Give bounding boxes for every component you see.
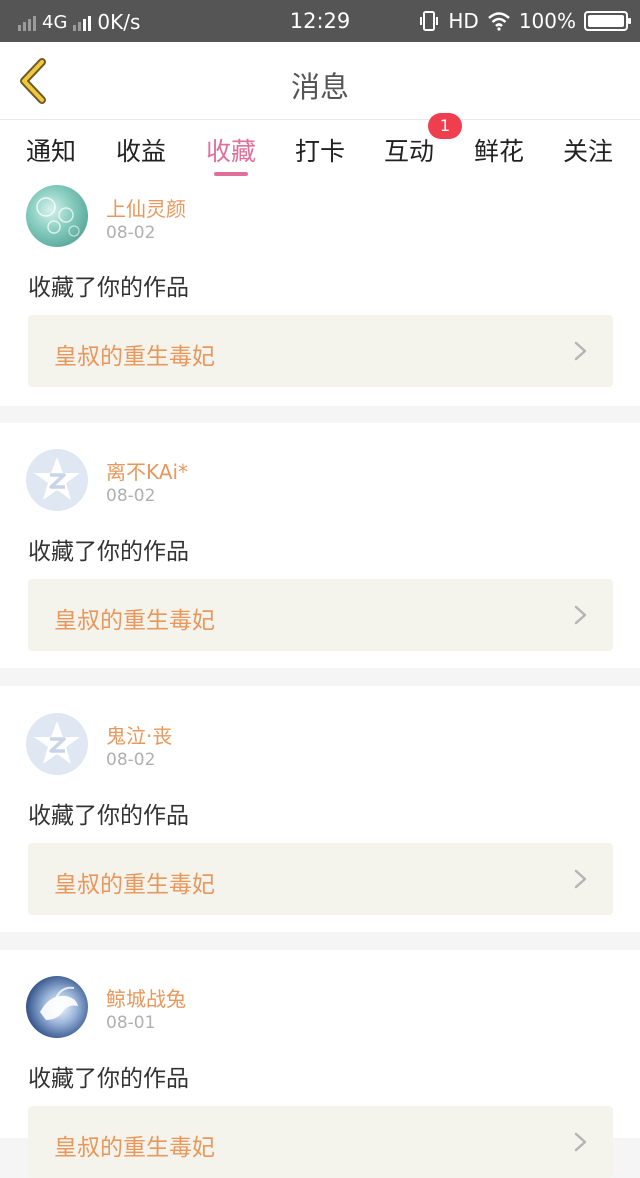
- work-title: 皇叔的重生毒妃: [54, 872, 215, 898]
- tab-notice[interactable]: 通知: [11, 132, 91, 168]
- message-card: 鬼泣·丧 08-02 收藏了你的作品 皇叔的重生毒妃: [0, 686, 640, 932]
- avatar[interactable]: [26, 976, 88, 1038]
- message-action: 收藏了你的作品: [28, 539, 189, 565]
- avatar[interactable]: [26, 185, 88, 247]
- username[interactable]: 鲸城战兔: [106, 983, 186, 1012]
- chevron-right-icon: [574, 341, 587, 361]
- message-action: 收藏了你的作品: [28, 803, 189, 829]
- avatar[interactable]: [26, 713, 88, 775]
- tab-favorites[interactable]: 收藏: [191, 132, 271, 168]
- status-bar: 4G 0K/s 12:29 HD 100%: [0, 0, 640, 42]
- battery-percent: 100%: [518, 9, 576, 33]
- qq-star-icon: [34, 457, 80, 500]
- message-action: 收藏了你的作品: [28, 1066, 189, 1092]
- vibrate-icon: [420, 11, 439, 31]
- message-action: 收藏了你的作品: [28, 275, 189, 301]
- username[interactable]: 鬼泣·丧: [106, 720, 172, 749]
- work-link[interactable]: 皇叔的重生毒妃: [28, 579, 613, 651]
- page-title: 消息: [290, 70, 349, 104]
- work-title: 皇叔的重生毒妃: [54, 344, 215, 370]
- message-card: 上仙灵颜 08-02 收藏了你的作品 皇叔的重生毒妃: [0, 178, 640, 406]
- work-link[interactable]: 皇叔的重生毒妃: [28, 843, 613, 915]
- chevron-right-icon: [574, 605, 587, 625]
- message-date: 08-01: [106, 1013, 156, 1033]
- hd-label: HD: [448, 9, 479, 33]
- qq-star-icon: [34, 721, 80, 764]
- chevron-right-icon: [574, 869, 587, 889]
- tab-follow[interactable]: 关注: [548, 132, 628, 168]
- battery-icon: [584, 11, 631, 31]
- message-date: 08-02: [106, 223, 156, 243]
- message-date: 08-02: [106, 486, 156, 506]
- tab-flowers[interactable]: 鲜花: [459, 132, 539, 168]
- tab-checkin[interactable]: 打卡: [280, 132, 360, 168]
- wifi-icon: [487, 12, 510, 31]
- tab-bar: 通知 收益 收藏 打卡 互动 鲜花 关注: [0, 120, 640, 178]
- username[interactable]: 离不KAi*: [106, 456, 188, 485]
- message-card: 鲸城战兔 08-01 收藏了你的作品 皇叔的重生毒妃: [0, 950, 640, 1178]
- work-link[interactable]: 皇叔的重生毒妃: [28, 1106, 613, 1178]
- bubble-avatar-icon: [36, 197, 80, 237]
- work-title: 皇叔的重生毒妃: [54, 608, 215, 634]
- work-title: 皇叔的重生毒妃: [54, 1135, 215, 1161]
- active-tab-indicator: [214, 172, 248, 176]
- status-right: HD 100%: [418, 9, 631, 33]
- work-link[interactable]: 皇叔的重生毒妃: [28, 315, 613, 387]
- interaction-badge: 1: [428, 113, 462, 139]
- username[interactable]: 上仙灵颜: [106, 193, 186, 222]
- chevron-right-icon: [574, 1132, 587, 1152]
- dove-avatar-icon: [40, 986, 78, 1020]
- app-header: 消息: [0, 42, 640, 120]
- message-date: 08-02: [106, 750, 156, 770]
- avatar[interactable]: [26, 449, 88, 511]
- tab-earnings[interactable]: 收益: [101, 132, 181, 168]
- message-card: 离不KAi* 08-02 收藏了你的作品 皇叔的重生毒妃: [0, 423, 640, 668]
